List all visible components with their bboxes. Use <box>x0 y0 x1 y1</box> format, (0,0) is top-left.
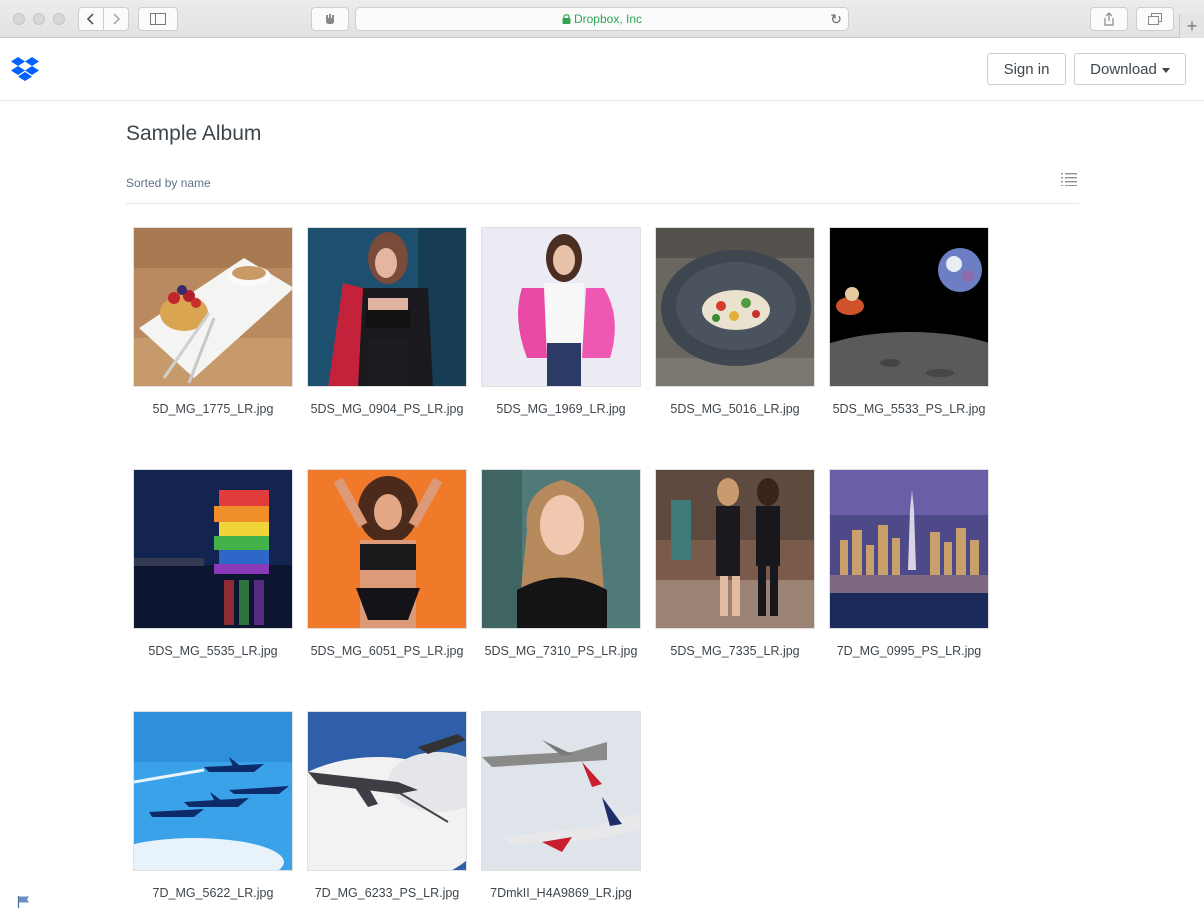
photo-tile[interactable]: 5DS_MG_7335_LR.jpg <box>648 462 822 672</box>
file-name[interactable]: 5D_MG_1775_LR.jpg <box>126 402 300 416</box>
photo-tile[interactable]: 5D_MG_1775_LR.jpg <box>126 220 300 430</box>
caret-down-icon <box>1161 67 1170 73</box>
file-name[interactable]: 5DS_MG_5016_LR.jpg <box>648 402 822 416</box>
photo-thumbnail[interactable] <box>829 227 989 387</box>
photo-tile[interactable]: 5DS_MG_5533_PS_LR.jpg <box>822 220 996 430</box>
photo-tile[interactable]: 5DS_MG_1969_LR.jpg <box>474 220 648 430</box>
page-title: Sample Album <box>126 122 262 145</box>
divider <box>126 203 1079 204</box>
sidebar-toggle-button[interactable] <box>138 7 178 31</box>
sign-in-label: Sign in <box>1003 60 1050 78</box>
tabs-overview-button[interactable] <box>1136 7 1174 31</box>
photo-thumbnail[interactable] <box>307 227 467 387</box>
file-name[interactable]: 5DS_MG_5535_LR.jpg <box>126 644 300 658</box>
file-name[interactable]: 5DS_MG_0904_PS_LR.jpg <box>300 402 474 416</box>
download-button[interactable]: Download <box>1074 53 1186 85</box>
photo-thumbnail[interactable] <box>133 227 293 387</box>
photo-thumbnail[interactable] <box>307 711 467 871</box>
download-label: Download <box>1090 60 1157 78</box>
browser-toolbar: Dropbox, Inc ↻ + <box>0 0 1204 38</box>
new-tab-button[interactable]: + <box>1179 14 1204 38</box>
back-button[interactable] <box>78 7 104 31</box>
sign-in-button[interactable]: Sign in <box>987 53 1066 85</box>
app-header: Sign in Download <box>0 38 1204 101</box>
lock-icon <box>562 14 571 24</box>
url-text: Dropbox, Inc <box>573 12 643 26</box>
dropbox-logo-icon[interactable] <box>11 57 39 81</box>
photo-thumbnail[interactable] <box>481 711 641 871</box>
chevron-left-icon <box>86 13 94 25</box>
photo-tile[interactable]: 5DS_MG_5016_LR.jpg <box>648 220 822 430</box>
chevron-right-icon <box>113 13 121 25</box>
file-name[interactable]: 7D_MG_6233_PS_LR.jpg <box>300 886 474 900</box>
file-name[interactable]: 5DS_MG_5533_PS_LR.jpg <box>822 402 996 416</box>
share-button[interactable] <box>1090 7 1128 31</box>
file-name[interactable]: 5DS_MG_7310_PS_LR.jpg <box>474 644 648 658</box>
file-name[interactable]: 5DS_MG_1969_LR.jpg <box>474 402 648 416</box>
minimize-window-button[interactable] <box>33 13 45 25</box>
photo-thumbnail[interactable] <box>481 469 641 629</box>
extension-button[interactable] <box>311 7 349 31</box>
forward-button[interactable] <box>103 7 129 31</box>
photo-tile[interactable]: 5DS_MG_0904_PS_LR.jpg <box>300 220 474 430</box>
photo-thumbnail[interactable] <box>655 469 815 629</box>
photo-tile[interactable]: 5DS_MG_5535_LR.jpg <box>126 462 300 672</box>
sort-label[interactable]: Sorted by name <box>126 176 211 190</box>
photo-tile[interactable]: 5DS_MG_6051_PS_LR.jpg <box>300 462 474 672</box>
photo-thumbnail[interactable] <box>481 227 641 387</box>
photo-thumbnail[interactable] <box>829 469 989 629</box>
photo-thumbnail[interactable] <box>307 469 467 629</box>
close-window-button[interactable] <box>13 13 25 25</box>
file-name[interactable]: 5DS_MG_6051_PS_LR.jpg <box>300 644 474 658</box>
photo-tile[interactable]: 5DS_MG_7310_PS_LR.jpg <box>474 462 648 672</box>
photo-tile[interactable]: 7D_MG_0995_PS_LR.jpg <box>822 462 996 672</box>
plus-icon: + <box>1186 15 1198 36</box>
flag-icon[interactable] <box>17 895 31 909</box>
photo-tile[interactable]: 7D_MG_6233_PS_LR.jpg <box>300 704 474 914</box>
list-view-icon[interactable] <box>1061 172 1077 186</box>
share-icon <box>1104 12 1114 26</box>
file-name[interactable]: 7DmkII_H4A9869_LR.jpg <box>474 886 648 900</box>
hand-icon <box>326 14 334 24</box>
sidebar-icon <box>150 13 166 25</box>
tabs-icon <box>1148 13 1162 25</box>
photo-thumbnail[interactable] <box>133 711 293 871</box>
photo-tile[interactable]: 7D_MG_5622_LR.jpg <box>126 704 300 914</box>
reload-icon[interactable]: ↻ <box>830 11 842 28</box>
zoom-window-button[interactable] <box>53 13 65 25</box>
address-bar[interactable]: Dropbox, Inc ↻ <box>355 7 849 31</box>
photo-thumbnail[interactable] <box>655 227 815 387</box>
photo-tile[interactable]: 7DmkII_H4A9869_LR.jpg <box>474 704 648 914</box>
photo-thumbnail[interactable] <box>133 469 293 629</box>
file-name[interactable]: 5DS_MG_7335_LR.jpg <box>648 644 822 658</box>
file-name[interactable]: 7D_MG_5622_LR.jpg <box>126 886 300 900</box>
file-name[interactable]: 7D_MG_0995_PS_LR.jpg <box>822 644 996 658</box>
